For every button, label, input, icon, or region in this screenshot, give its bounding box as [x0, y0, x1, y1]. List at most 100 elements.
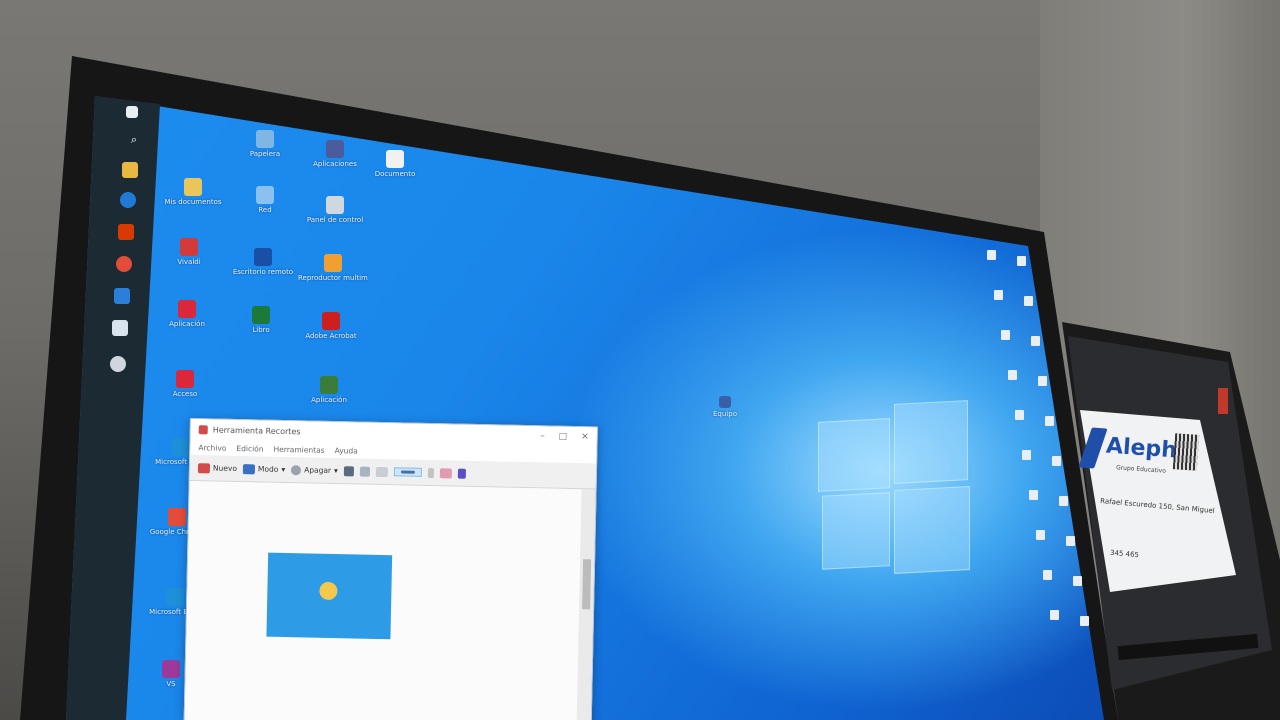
desktop-icon-document[interactable]: Documento: [360, 150, 430, 179]
desktop-icon-app-red[interactable]: Aplicación: [152, 300, 222, 329]
google-app-icon: [320, 376, 338, 394]
captured-image: [266, 552, 393, 640]
copy-button[interactable]: [359, 466, 370, 477]
desktop-icon-equipo[interactable]: Equipo: [690, 396, 760, 419]
desktop-icon-shortcut-1[interactable]: Mis documentos: [158, 178, 228, 207]
desktop-icon-right[interactable]: [1069, 616, 1099, 626]
desktop-icon-right[interactable]: [976, 250, 1006, 260]
desktop-icon-right[interactable]: [1041, 456, 1071, 466]
desktop-icon-right[interactable]: [1006, 256, 1036, 266]
desktop-icon-vlc[interactable]: Reproductor multimedia: [298, 254, 368, 283]
desktop-icon-right[interactable]: [1011, 450, 1041, 460]
vscode-icon[interactable]: [114, 288, 130, 304]
control-panel-icon: [326, 196, 344, 214]
desktop-icon-label: Escritorio remoto: [232, 268, 294, 276]
desktop-icon-label: Panel de control: [306, 216, 364, 224]
desktop-icon-remote-desktop[interactable]: Escritorio remoto: [228, 248, 298, 277]
edge-icon: [172, 438, 190, 456]
maximize-button[interactable]: □: [559, 432, 568, 442]
delay-button[interactable]: Apagar ▾: [291, 464, 338, 476]
menu-archivo[interactable]: Archivo: [198, 443, 226, 453]
office-icon[interactable]: [118, 224, 134, 240]
desktop-icon-app-red-2[interactable]: Acceso: [150, 370, 220, 399]
menu-ayuda[interactable]: Ayuda: [335, 446, 358, 455]
desktop-icon-right[interactable]: [1004, 410, 1034, 420]
firefox-icon[interactable]: [120, 192, 136, 208]
copy-icon: [359, 466, 370, 477]
desktop-icon-right[interactable]: [1025, 530, 1055, 540]
new-button[interactable]: Nuevo: [197, 462, 237, 474]
snipping-tool-window[interactable]: Herramienta Recortes – □ ✕ Archivo Edici…: [183, 418, 598, 720]
document-icon: [1065, 536, 1075, 546]
document-icon: [1042, 570, 1052, 580]
file-explorer-icon[interactable]: [122, 162, 138, 178]
vivaldi-icon: [180, 238, 198, 256]
desktop-icon-right[interactable]: [1032, 570, 1062, 580]
send-button[interactable]: [375, 466, 388, 477]
desktop-icon-vivaldi[interactable]: Vivaldi: [154, 238, 224, 267]
desktop-icon-label: Vivaldi: [177, 258, 201, 266]
desktop-icon-right[interactable]: [990, 330, 1020, 340]
chevron-down-icon: ▾: [333, 466, 338, 476]
document-icon: [1049, 610, 1059, 620]
desktop-icon-right[interactable]: [983, 290, 1013, 300]
desktop-icon-label: Acceso: [172, 390, 198, 398]
desktop-icon-right[interactable]: [1055, 536, 1085, 546]
paint3d-button[interactable]: [457, 468, 466, 479]
eraser-button[interactable]: [439, 467, 452, 478]
desktop-icon-excel[interactable]: Libro: [226, 306, 296, 335]
close-button[interactable]: ✕: [581, 432, 589, 442]
disk-icon[interactable]: [110, 356, 126, 372]
highlighter-icon: [427, 467, 434, 478]
document-icon: [986, 250, 996, 260]
document-icon: [1014, 410, 1024, 420]
desktop-icon-right[interactable]: [1062, 576, 1092, 586]
save-button[interactable]: [343, 465, 354, 476]
desktop-icon-label: Adobe Acrobat: [305, 332, 357, 340]
highlighter-button[interactable]: [427, 467, 434, 478]
windows-logo: [818, 400, 970, 578]
desktop-icon-right[interactable]: [1013, 296, 1043, 306]
desktop-icon-control-panel[interactable]: Panel de control: [300, 196, 370, 225]
menu-edicion[interactable]: Edición: [236, 443, 263, 453]
remote-desktop-icon: [254, 248, 272, 266]
search-icon[interactable]: ⌕: [126, 132, 142, 148]
chrome-icon[interactable]: [116, 256, 132, 272]
app-icon[interactable]: [112, 320, 128, 336]
document-icon: [1051, 456, 1061, 466]
desktop-icon-label: Reproductor multimedia: [298, 274, 368, 282]
minimize-button[interactable]: –: [540, 431, 545, 441]
desktop-icon-right[interactable]: [1034, 416, 1064, 426]
aleph-brand: Aleph: [1105, 433, 1178, 464]
scissors-icon: [197, 462, 211, 473]
document-icon: [1000, 330, 1010, 340]
desktop-icon-right[interactable]: [1039, 610, 1069, 620]
scroll-thumb[interactable]: [582, 559, 592, 610]
desktop-icon-network[interactable]: Red: [230, 186, 300, 215]
mode-button[interactable]: Modo ▾: [242, 463, 285, 475]
desktop-icon-google-app[interactable]: Aplicación: [294, 376, 364, 405]
desktop-icon-right[interactable]: [1048, 496, 1078, 506]
canvas[interactable]: [184, 481, 582, 720]
desktop-icon-right[interactable]: [1027, 376, 1057, 386]
vs-app-icon: [162, 660, 180, 678]
desktop-icon-acrobat[interactable]: Adobe Acrobat: [296, 312, 366, 341]
paint-icon: [457, 468, 466, 479]
desktop-icon-label: Aplicación: [169, 320, 205, 328]
pen-button[interactable]: [393, 467, 422, 477]
scissors-icon: [198, 424, 208, 434]
desktop-icon-label: Aplicación: [311, 396, 347, 404]
vlc-icon: [324, 254, 342, 272]
desktop-icon-right[interactable]: [1020, 336, 1050, 346]
menu-herramientas[interactable]: Herramientas: [273, 444, 324, 454]
document-icon: [1007, 370, 1017, 380]
desktop-icon-right[interactable]: [1018, 490, 1048, 500]
network-icon: [256, 186, 274, 204]
document-icon: [1044, 416, 1054, 426]
desktop-icon-recycle-bin[interactable]: Papelera: [230, 130, 300, 159]
desktop-icon-right[interactable]: [997, 370, 1027, 380]
windows-start-icon[interactable]: [126, 106, 138, 118]
acrobat-icon: [322, 312, 340, 330]
desktop-icon-label: Mis documentos: [164, 198, 222, 206]
eraser-icon: [439, 467, 452, 478]
